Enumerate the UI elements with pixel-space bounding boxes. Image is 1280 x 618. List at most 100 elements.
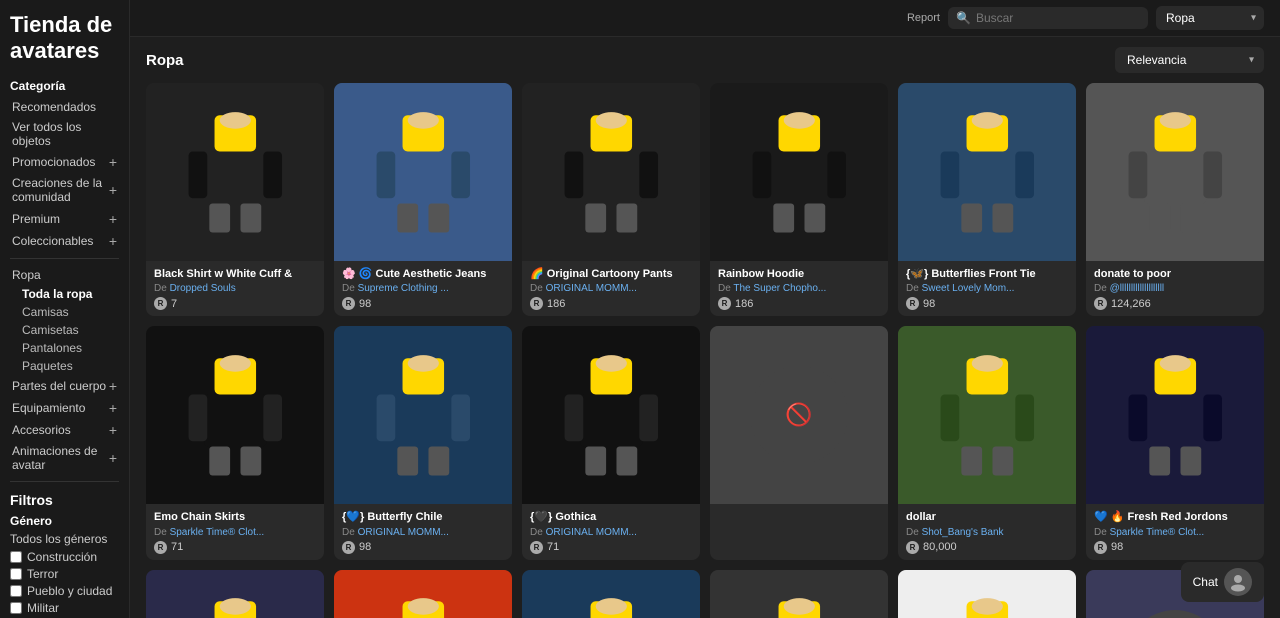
item-price: R 186	[530, 297, 692, 310]
creator-name[interactable]: Sparkle Time® Clot...	[1110, 527, 1205, 538]
item-thumbnail	[898, 570, 1076, 618]
item-thumbnail: 🚫	[710, 326, 888, 504]
item-card[interactable]: 🌸 🌀 Cute Aesthetic Jeans De Supreme Clot…	[334, 83, 512, 316]
chat-button[interactable]: Chat	[1181, 562, 1264, 602]
item-info: {🖤} Gothica De ORIGINAL MOMM... R 71	[522, 504, 700, 559]
robux-icon: R	[718, 297, 731, 310]
sidebar-item-accesorios[interactable]: Accesorios +	[10, 419, 119, 441]
item-name: 💙 🔥 Fresh Red Jordons	[1094, 510, 1256, 524]
sidebar-item-animaciones[interactable]: Animaciones de avatar +	[10, 441, 119, 476]
chat-avatar	[1224, 568, 1252, 596]
item-card[interactable]: {🦋} Butterflies Front Tie De Sweet Lovel…	[898, 83, 1076, 316]
item-thumbnail	[334, 83, 512, 261]
robux-icon: R	[342, 541, 355, 554]
sidebar-label-recomendados: Recomendados	[12, 100, 96, 114]
plus-icon-accesorios: +	[109, 422, 117, 438]
items-grid: Black Shirt w White Cuff & De Dropped So…	[146, 83, 1264, 618]
checkbox-militar[interactable]: Militar	[10, 601, 119, 615]
robux-icon: R	[530, 297, 543, 310]
sidebar-item-premium[interactable]: Premium +	[10, 208, 119, 230]
item-thumbnail	[522, 83, 700, 261]
item-card[interactable]: {💙} Butterfly Chile De ORIGINAL MOMM... …	[334, 326, 512, 559]
creator-name[interactable]: Sparkle Time® Clot...	[170, 527, 265, 538]
price-value: 7	[171, 298, 177, 310]
creator-name[interactable]: ORIGINAL MOMM...	[546, 527, 637, 538]
search-box: 🔍	[948, 7, 1148, 29]
item-thumbnail	[710, 83, 888, 261]
item-thumbnail	[522, 326, 700, 504]
plus-icon-promocionados: +	[109, 154, 117, 170]
item-name: Rainbow Hoodie	[718, 267, 880, 281]
topbar: Report 🔍 Ropa Accesorios Equipamiento	[130, 0, 1280, 37]
plus-icon-coleccionables: +	[109, 233, 117, 249]
search-input[interactable]	[976, 11, 1140, 25]
creator-name[interactable]: @llllllllllllllllllll	[1110, 283, 1165, 294]
checkbox-construccion[interactable]: Construcción	[10, 550, 119, 564]
checkbox-input-pueblo[interactable]	[10, 585, 22, 597]
creator-name[interactable]: ORIGINAL MOMM...	[358, 527, 449, 538]
creator-name[interactable]: Supreme Clothing ...	[358, 283, 449, 294]
robux-icon: R	[154, 541, 167, 554]
item-card[interactable]: 🌈 Original Cartoony Pants De ORIGINAL MO…	[522, 83, 700, 316]
price-value: 98	[359, 298, 371, 310]
filters-title: Filtros	[10, 492, 119, 508]
item-card[interactable]: ⚡Electro	[522, 570, 700, 618]
sidebar-item-promocionados[interactable]: Promocionados +	[10, 151, 119, 173]
item-creator: De Sparkle Time® Clot...	[1094, 527, 1256, 538]
sidebar-item-equipamiento[interactable]: Equipamiento +	[10, 397, 119, 419]
item-card[interactable]: Michael Jordan	[334, 570, 512, 618]
item-card[interactable]: 💙 🔥 Fresh Red Jordons De Sparkle Time® C…	[1086, 326, 1264, 559]
item-name: Black Shirt w White Cuff &	[154, 267, 316, 281]
checkbox-input-terror[interactable]	[10, 568, 22, 580]
sidebar-label-creaciones: Creaciones de la comunidad	[12, 176, 109, 205]
item-name: dollar	[906, 510, 1068, 524]
creator-name[interactable]: The Super Chopho...	[733, 283, 826, 294]
item-info: {💙} Butterfly Chile De ORIGINAL MOMM... …	[334, 504, 512, 559]
sidebar-item-coleccionables[interactable]: Coleccionables +	[10, 230, 119, 252]
item-creator: De Supreme Clothing ...	[342, 283, 504, 294]
creator-name[interactable]: Dropped Souls	[170, 283, 236, 294]
checkbox-terror[interactable]: Terror	[10, 567, 119, 581]
category-select[interactable]: Ropa Accesorios Equipamiento	[1156, 6, 1264, 30]
sidebar-subitem-pantalones[interactable]: Pantalones	[18, 339, 119, 357]
item-price: R 186	[718, 297, 880, 310]
item-card[interactable]: 🚫	[710, 326, 888, 559]
item-card[interactable]: Shorts	[898, 570, 1076, 618]
item-info: dollar De Shot_Bang's Bank R 80,000	[898, 504, 1076, 559]
item-card[interactable]: donate to poor De @llllllllllllllllllll …	[1086, 83, 1264, 316]
item-price: R 98	[906, 297, 1068, 310]
sidebar-item-partes[interactable]: Partes del cuerpo +	[10, 375, 119, 397]
item-card[interactable]: Emo Chain Skirts De Sparkle Time® Clot..…	[146, 326, 324, 559]
item-card[interactable]: Rainbow Hoodie De The Super Chopho... R …	[710, 83, 888, 316]
item-card[interactable]: dollar De Shot_Bang's Bank R 80,000	[898, 326, 1076, 559]
creator-name[interactable]: ORIGINAL MOMM...	[546, 283, 637, 294]
gender-all[interactable]: Todos los géneros	[10, 532, 119, 546]
item-card[interactable]: Black and White	[710, 570, 888, 618]
sort-select[interactable]: Relevancia Precio ascendente Precio desc…	[1115, 47, 1264, 73]
sidebar-subitem-toda-ropa[interactable]: Toda la ropa	[18, 285, 119, 303]
item-thumbnail	[146, 570, 324, 618]
sort-select-wrapper: Relevancia Precio ascendente Precio desc…	[1115, 47, 1264, 73]
item-card[interactable]: Black Shirt w White Cuff & De Dropped So…	[146, 83, 324, 316]
sidebar-subitem-camisas[interactable]: Camisas	[18, 303, 119, 321]
sidebar-item-creaciones[interactable]: Creaciones de la comunidad +	[10, 173, 119, 208]
content-header: Ropa Relevancia Precio ascendente Precio…	[146, 47, 1264, 73]
checkbox-input-militar[interactable]	[10, 602, 22, 614]
creator-name[interactable]: Shot_Bang's Bank	[922, 527, 1004, 538]
sidebar-item-recomendados[interactable]: Recomendados	[10, 97, 119, 117]
sidebar-label-premium: Premium	[12, 212, 60, 226]
item-card[interactable]: Original	[146, 570, 324, 618]
sidebar-subitem-paquetes[interactable]: Paquetes	[18, 357, 119, 375]
item-thumbnail	[146, 326, 324, 504]
sidebar-item-ver-todos[interactable]: Ver todos los objetos	[10, 117, 119, 151]
item-creator: De The Super Chopho...	[718, 283, 880, 294]
ropa-subitems: Toda la ropa Camisas Camisetas Pantalone…	[10, 285, 119, 375]
item-card[interactable]: {🖤} Gothica De ORIGINAL MOMM... R 71	[522, 326, 700, 559]
item-thumbnail	[898, 326, 1076, 504]
checkbox-pueblo[interactable]: Pueblo y ciudad	[10, 584, 119, 598]
item-name: 🌸 🌀 Cute Aesthetic Jeans	[342, 267, 504, 281]
creator-name[interactable]: Sweet Lovely Mom...	[922, 283, 1015, 294]
sidebar-subitem-camisetas[interactable]: Camisetas	[18, 321, 119, 339]
checkbox-input-construccion[interactable]	[10, 551, 22, 563]
sidebar-item-ropa[interactable]: Ropa	[10, 265, 119, 285]
